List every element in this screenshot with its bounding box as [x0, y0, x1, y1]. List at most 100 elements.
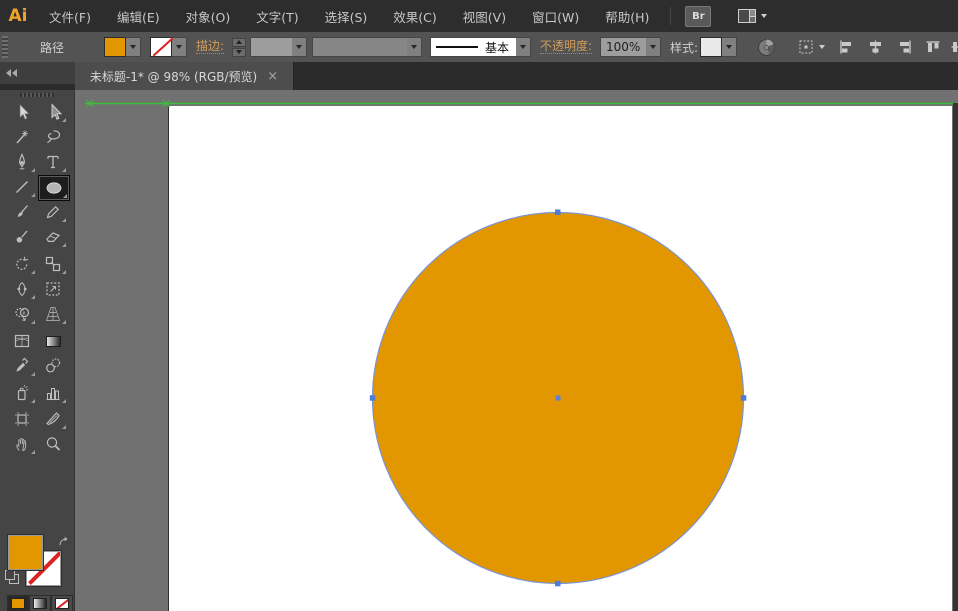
transform-reference-icon — [797, 38, 817, 56]
align-vertical-center-icon — [950, 39, 958, 55]
stroke-weight-dropdown[interactable] — [250, 37, 307, 57]
align-horizontal-center-button[interactable] — [867, 32, 884, 62]
direct-selection-tool[interactable] — [38, 100, 68, 124]
panel-grip[interactable] — [20, 93, 54, 97]
anchor-point-right[interactable] — [741, 395, 747, 401]
workspace-switcher-button[interactable] — [737, 8, 767, 24]
hand-tool[interactable] — [7, 432, 37, 456]
rotate-tool[interactable] — [7, 252, 37, 276]
mesh-tool[interactable] — [7, 329, 37, 353]
stepper-down-button[interactable] — [232, 48, 246, 57]
stepper-up-button[interactable] — [232, 38, 246, 47]
close-tab-icon[interactable]: × — [267, 69, 278, 84]
brush-definition-value: 基本 — [430, 37, 516, 57]
canvas-area[interactable] — [75, 90, 958, 611]
stroke-weight-stepper[interactable] — [232, 38, 246, 57]
control-bar-grip[interactable] — [2, 36, 8, 58]
opacity-panel-link[interactable]: 不透明度: — [540, 40, 592, 54]
chevron-down-icon[interactable] — [646, 37, 661, 57]
eyedropper-tool-icon — [13, 357, 31, 375]
lasso-tool[interactable] — [38, 125, 68, 149]
recolor-artwork-button[interactable] — [757, 32, 776, 62]
width-tool[interactable] — [7, 277, 37, 301]
free-transform-tool[interactable] — [38, 277, 68, 301]
ellipse-tool[interactable] — [38, 175, 70, 201]
gradient-button[interactable] — [29, 595, 51, 611]
menu-select[interactable]: 选择(S) — [312, 0, 381, 32]
menu-effect[interactable]: 效果(C) — [380, 0, 449, 32]
scale-tool[interactable] — [38, 252, 68, 276]
stroke-color-control[interactable] — [150, 37, 187, 57]
tools-panel-header — [0, 62, 75, 84]
collapse-panel-icon[interactable] — [6, 69, 17, 77]
artboard-tool-icon — [13, 410, 31, 428]
menu-view[interactable]: 视图(V) — [450, 0, 519, 32]
pen-tool[interactable] — [7, 150, 37, 174]
graphic-style-dropdown[interactable] — [722, 37, 737, 57]
stroke-color-dropdown[interactable] — [172, 37, 187, 57]
symbol-sprayer-tool[interactable] — [7, 381, 37, 405]
fill-stroke-indicator — [0, 530, 75, 590]
align-horizontal-right-button[interactable] — [896, 32, 913, 62]
fill-indicator-swatch[interactable] — [8, 535, 43, 570]
type-tool[interactable] — [38, 150, 68, 174]
perspective-grid-tool[interactable] — [38, 302, 68, 326]
menu-file[interactable]: 文件(F) — [36, 0, 104, 32]
shape-builder-tool[interactable] — [7, 302, 37, 326]
perspective-grid-tool-icon — [44, 305, 62, 323]
width-profile-dropdown[interactable] — [312, 37, 422, 57]
menu-type[interactable]: 文字(T) — [243, 0, 311, 32]
line-segment-tool[interactable] — [7, 175, 37, 199]
align-horizontal-center-icon — [867, 39, 884, 55]
center-point[interactable] — [556, 396, 561, 401]
anchor-point-left[interactable] — [370, 395, 376, 401]
rotate-tool-icon — [13, 255, 31, 273]
none-button[interactable] — [51, 595, 73, 611]
fill-color-swatch[interactable] — [104, 37, 126, 57]
chevron-down-icon[interactable] — [516, 37, 531, 57]
align-vertical-center-button[interactable] — [950, 32, 958, 62]
menu-help[interactable]: 帮助(H) — [592, 0, 662, 32]
brush-definition-dropdown[interactable]: 基本 — [430, 37, 531, 57]
graphic-style-control[interactable] — [700, 37, 737, 57]
transform-reference-button[interactable] — [797, 32, 825, 62]
zoom-tool[interactable] — [38, 432, 68, 456]
fill-color-control[interactable] — [104, 37, 141, 57]
align-vertical-top-button[interactable] — [925, 32, 942, 62]
document-tab[interactable]: 未标题-1* @ 98% (RGB/预览) × — [75, 62, 294, 90]
magic-wand-tool[interactable] — [7, 125, 37, 149]
menu-edit[interactable]: 编辑(E) — [104, 0, 173, 32]
anchor-point-top[interactable] — [555, 210, 561, 216]
fill-color-dropdown[interactable] — [126, 37, 141, 57]
bridge-launch-button[interactable]: Br — [685, 6, 711, 27]
column-graph-tool[interactable] — [38, 381, 68, 405]
shape-builder-tool-icon — [13, 305, 31, 323]
blend-tool[interactable] — [38, 354, 68, 378]
opacity-dropdown[interactable]: 100% — [600, 37, 661, 57]
recolor-artwork-icon — [757, 38, 776, 57]
align-horizontal-left-button[interactable] — [838, 32, 855, 62]
artboard-tool[interactable] — [7, 407, 37, 431]
chevron-down-icon[interactable] — [292, 37, 307, 57]
eraser-tool[interactable] — [38, 225, 68, 249]
menu-bar: Ai 文件(F) 编辑(E) 对象(O) 文字(T) 选择(S) 效果(C) 视… — [0, 0, 958, 33]
paintbrush-tool[interactable] — [7, 200, 37, 224]
slice-tool[interactable] — [38, 407, 68, 431]
default-fill-stroke-icon[interactable] — [5, 570, 18, 583]
gradient-tool[interactable] — [38, 329, 68, 353]
pencil-tool[interactable] — [38, 200, 68, 224]
align-vertical-top-icon — [925, 39, 942, 55]
blob-brush-tool[interactable] — [7, 225, 37, 249]
chevron-down-icon[interactable] — [407, 37, 422, 57]
eyedropper-tool[interactable] — [7, 354, 37, 378]
menu-window[interactable]: 窗口(W) — [519, 0, 592, 32]
selection-tool[interactable] — [7, 100, 37, 124]
menu-object[interactable]: 对象(O) — [173, 0, 244, 32]
stroke-color-swatch[interactable] — [150, 37, 172, 57]
color-button[interactable] — [7, 595, 29, 611]
graphic-style-swatch[interactable] — [700, 37, 722, 57]
gradient-tool-icon — [46, 336, 61, 347]
tools-panel — [0, 90, 75, 611]
stroke-panel-link[interactable]: 描边: — [196, 40, 224, 54]
anchor-point-bottom[interactable] — [555, 581, 561, 587]
